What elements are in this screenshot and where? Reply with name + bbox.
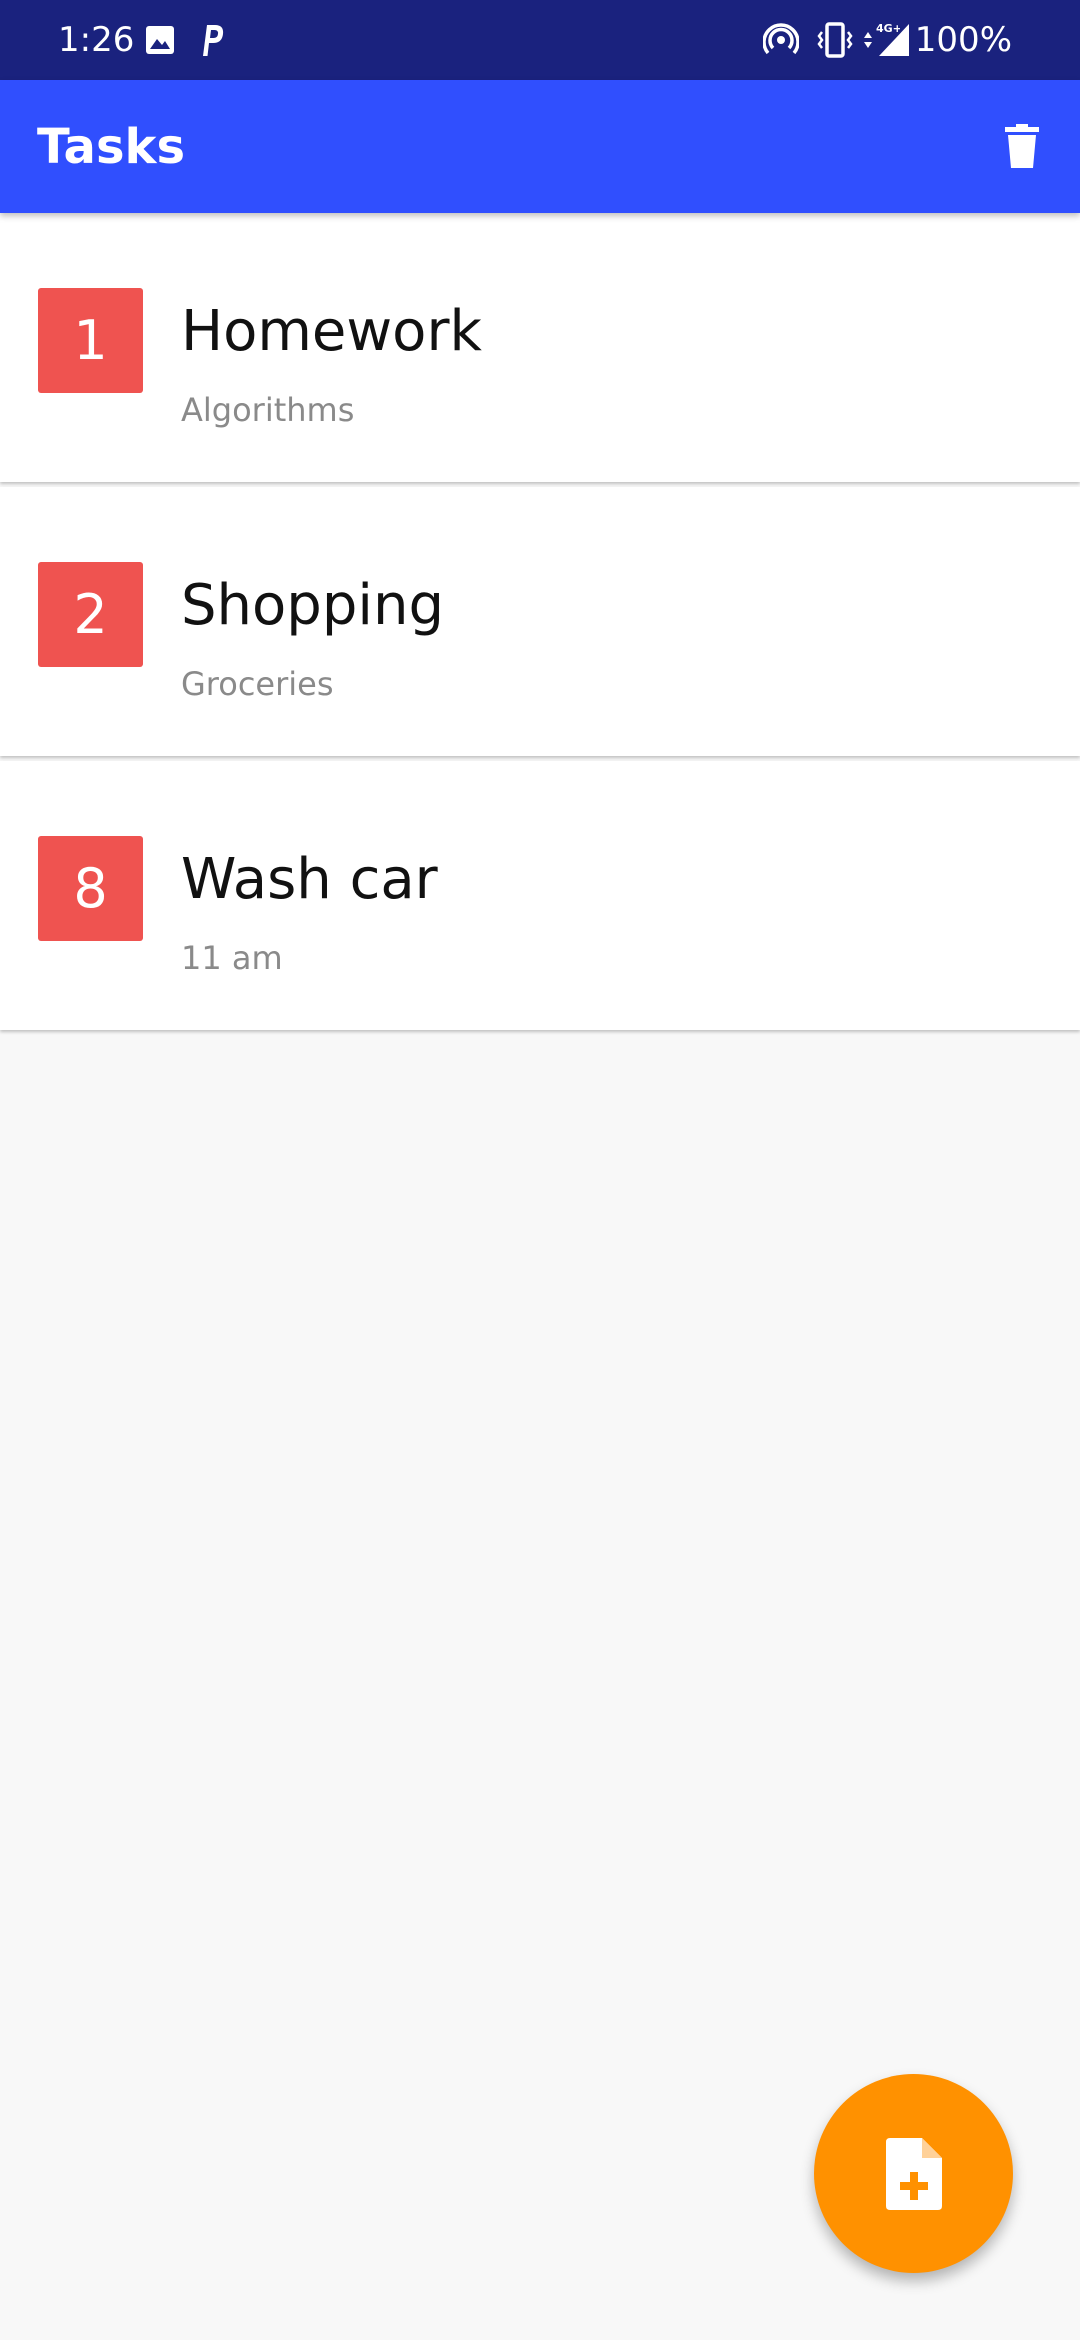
- app-bar: Tasks: [0, 80, 1080, 213]
- list-item[interactable]: 8 Wash car 11 am: [0, 761, 1080, 1030]
- delete-icon: [1005, 124, 1039, 168]
- hotspot-icon: [763, 23, 799, 55]
- status-time: 1:26: [58, 20, 135, 60]
- task-title: Shopping: [181, 573, 444, 638]
- task-title: Homework: [181, 299, 482, 364]
- vibrate-icon: [817, 22, 853, 58]
- signal-icon: [879, 24, 909, 56]
- priority-badge: 8: [38, 836, 143, 941]
- image-icon: [146, 26, 174, 54]
- task-subtitle: 11 am: [181, 939, 283, 977]
- battery-percentage: 100%: [914, 20, 1012, 60]
- status-bar: 1:26 4G+ 100%: [0, 0, 1080, 80]
- task-subtitle: Algorithms: [181, 391, 355, 429]
- page-title: Tasks: [37, 119, 186, 175]
- add-note-icon: [885, 2137, 942, 2210]
- task-subtitle: Groceries: [181, 665, 334, 703]
- add-task-button[interactable]: [814, 2074, 1013, 2273]
- task-title: Wash car: [181, 847, 438, 912]
- delete-button[interactable]: [982, 106, 1062, 186]
- p-icon: [203, 25, 224, 56]
- task-list: 1 Homework Algorithms 2 Shopping Groceri…: [0, 213, 1080, 1035]
- list-item[interactable]: 2 Shopping Groceries: [0, 487, 1080, 756]
- priority-badge: 2: [38, 562, 143, 667]
- priority-badge: 1: [38, 288, 143, 393]
- list-item[interactable]: 1 Homework Algorithms: [0, 213, 1080, 482]
